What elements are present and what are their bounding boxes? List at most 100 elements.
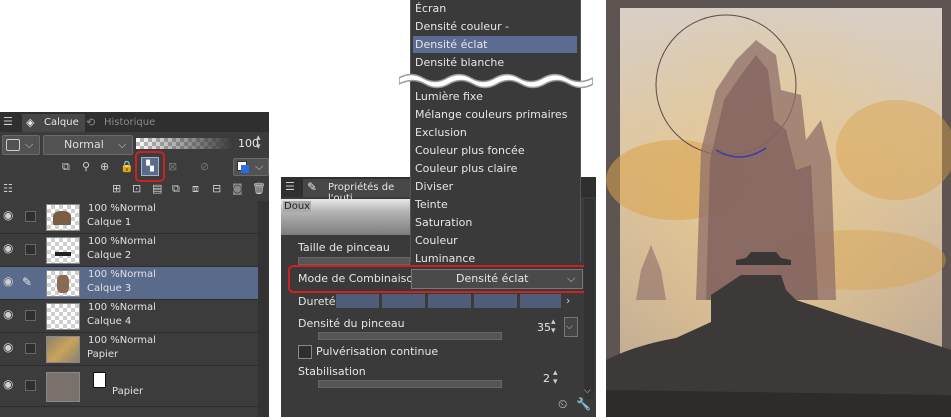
menu-icon[interactable]: ☰ bbox=[3, 115, 13, 129]
new-folder-icon[interactable]: ▤ bbox=[152, 182, 162, 196]
layer-row[interactable]: ◉ Papier bbox=[0, 366, 258, 407]
layer-property-icon[interactable]: ☷ bbox=[3, 182, 13, 196]
layer-thumbnail bbox=[46, 303, 80, 330]
spray-checkbox[interactable] bbox=[298, 345, 312, 359]
layers-icon: ◈ bbox=[26, 116, 35, 129]
blend-option[interactable]: Luminance bbox=[415, 250, 475, 262]
brush-name: Doux bbox=[283, 201, 312, 212]
blend-option[interactable]: Saturation bbox=[415, 214, 472, 231]
chevron-right-icon[interactable]: › bbox=[566, 294, 570, 308]
blue-swatch-icon bbox=[241, 165, 249, 173]
hardness-step[interactable] bbox=[382, 294, 425, 308]
layer-panel: ☰ ◈ Calque ⟲ Historique ⌵ Normal ⌵ 100 ▴… bbox=[0, 112, 269, 417]
opacity-slider[interactable] bbox=[136, 138, 232, 149]
spinner-icon[interactable]: ▴ ▾ bbox=[256, 134, 261, 152]
hardness-step[interactable] bbox=[336, 294, 379, 308]
brush-preview[interactable]: Doux bbox=[281, 199, 416, 235]
layer-row-selected[interactable]: ◉ ✎ 100 %Normal Calque 3 bbox=[0, 267, 258, 300]
layer-checkbox[interactable] bbox=[25, 343, 36, 354]
tab-history-label: Historique bbox=[104, 117, 156, 128]
blend-option-highlighted[interactable]: Densité éclat bbox=[413, 36, 577, 53]
layer-thumbnail bbox=[46, 336, 80, 363]
transfer-icon[interactable]: ⊟ bbox=[212, 182, 221, 196]
layer-row[interactable]: ◉ 100 %Normal Calque 1 bbox=[0, 201, 258, 234]
lock-icon[interactable]: 🔒 bbox=[120, 160, 134, 174]
new-vector-layer-icon[interactable]: ⊡ bbox=[132, 182, 141, 196]
blend-mode-select[interactable]: Normal ⌵ bbox=[43, 135, 133, 155]
copy-layer-icon[interactable]: ⧉ bbox=[172, 182, 180, 196]
lock-transparency-icon[interactable]: ⊕ bbox=[100, 160, 109, 174]
layer-thumbnail bbox=[46, 270, 80, 297]
wrench-icon[interactable]: 🔧 bbox=[576, 397, 591, 411]
brush-density-slider[interactable] bbox=[318, 332, 502, 340]
layer-checkbox[interactable] bbox=[25, 244, 36, 255]
brush-density-label: Densité du pinceau bbox=[298, 317, 405, 330]
reset-icon[interactable]: ⏲ bbox=[558, 397, 567, 411]
layer-scrollbar[interactable] bbox=[258, 201, 269, 417]
blend-option[interactable]: Mélange couleurs primaires bbox=[415, 106, 567, 123]
blend-option[interactable]: Exclusion bbox=[415, 124, 467, 141]
blend-option[interactable]: Densité couleur - bbox=[415, 18, 509, 35]
layer-row[interactable]: ◉ 100 %Normal Papier bbox=[0, 333, 258, 366]
reference-icon[interactable]: ⧉ bbox=[62, 160, 70, 174]
tab-history[interactable]: ⟲ Historique bbox=[82, 114, 161, 132]
brush-size-slider[interactable] bbox=[298, 257, 410, 265]
thumbnail-art bbox=[55, 252, 71, 256]
blend-option[interactable]: Couleur bbox=[415, 232, 458, 249]
thumbnail-art bbox=[53, 211, 71, 225]
layer-mode: 100 %Normal bbox=[88, 203, 156, 214]
hardness-selector[interactable] bbox=[336, 294, 561, 308]
blend-option[interactable]: Couleur plus claire bbox=[415, 160, 517, 177]
blend-mode-dropdown[interactable]: Densité éclat ⌵ bbox=[411, 269, 583, 289]
chevron-down-icon: ⌵ bbox=[118, 138, 127, 151]
tab-layer-label: Calque bbox=[44, 117, 79, 128]
history-icon: ⟲ bbox=[86, 116, 96, 129]
eye-icon[interactable]: ◉ bbox=[3, 275, 17, 287]
stabilisation-slider[interactable] bbox=[318, 380, 502, 388]
layer-color-toggle[interactable]: ⌵ bbox=[233, 158, 269, 176]
mask-icon[interactable]: ⊠ bbox=[168, 160, 177, 174]
trash-icon[interactable]: 🗑 bbox=[252, 182, 266, 196]
layer-row[interactable]: ◉ 100 %Normal Calque 2 bbox=[0, 234, 258, 267]
layer-options-row: ⧉ ⚲ ⊕ 🔒 ▚ ⊠ ⊘ ⌵ bbox=[0, 151, 269, 182]
blend-option[interactable]: Écran bbox=[415, 0, 446, 17]
layer-checkbox[interactable] bbox=[25, 211, 36, 222]
blend-option[interactable]: Diviser bbox=[415, 178, 453, 195]
spinner-icon[interactable]: ▴ ▾ bbox=[551, 318, 556, 336]
chevron-down-icon[interactable]: ⌵ bbox=[584, 384, 591, 398]
spinner-icon[interactable]: ▴ ▾ bbox=[553, 369, 558, 387]
layer-checkbox[interactable] bbox=[25, 310, 36, 321]
clip-to-layer-icon[interactable]: ▚ bbox=[141, 157, 159, 176]
new-raster-layer-icon[interactable]: ⊞ bbox=[112, 182, 121, 196]
layer-blend-row: ⌵ Normal ⌵ 100 ▴ ▾ bbox=[0, 134, 269, 156]
chevron-down-icon: ⌵ bbox=[25, 138, 34, 151]
layer-row[interactable]: ◉ 100 %Normal Calque 4 bbox=[0, 300, 258, 333]
eye-icon[interactable]: ◉ bbox=[3, 209, 17, 221]
mask-disable-icon[interactable]: ⊘ bbox=[200, 160, 209, 174]
blend-option[interactable]: Lumière fixe bbox=[415, 88, 483, 105]
layer-color-button[interactable]: ⌵ bbox=[2, 135, 40, 155]
eye-icon[interactable]: ◉ bbox=[3, 242, 17, 254]
draft-icon[interactable]: ⚲ bbox=[82, 160, 90, 174]
menu-icon[interactable]: ☰ bbox=[285, 180, 295, 194]
eye-icon[interactable]: ◉ bbox=[3, 341, 17, 353]
hardness-step[interactable] bbox=[428, 294, 471, 308]
paper-icon bbox=[93, 372, 106, 388]
layer-checkbox[interactable] bbox=[25, 380, 36, 391]
eye-icon[interactable]: ◉ bbox=[3, 378, 17, 390]
eye-icon[interactable]: ◉ bbox=[3, 308, 17, 320]
blend-option[interactable]: Couleur plus foncée bbox=[415, 142, 525, 159]
painting-artwork[interactable] bbox=[606, 0, 951, 417]
merge-down-icon[interactable]: ⧈ bbox=[192, 182, 199, 196]
blend-option[interactable]: Teinte bbox=[415, 196, 448, 213]
tab-layer[interactable]: ◈ Calque bbox=[22, 114, 85, 132]
brush-size-label: Taille de pinceau bbox=[298, 241, 390, 254]
spray-label: Pulvérisation continue bbox=[316, 345, 439, 358]
blend-mode-label: Mode de Combinaison bbox=[298, 272, 421, 285]
hardness-step[interactable] bbox=[520, 294, 561, 308]
pressure-toggle[interactable]: ⌵ bbox=[564, 317, 578, 337]
tool-panel-scrollbar[interactable]: ⌵ bbox=[584, 199, 594, 399]
hardness-step[interactable] bbox=[474, 294, 517, 308]
camera-icon[interactable]: ◙ bbox=[232, 182, 243, 196]
tab-tool-property[interactable]: ✎ Propriétés de l'outi bbox=[303, 179, 413, 204]
